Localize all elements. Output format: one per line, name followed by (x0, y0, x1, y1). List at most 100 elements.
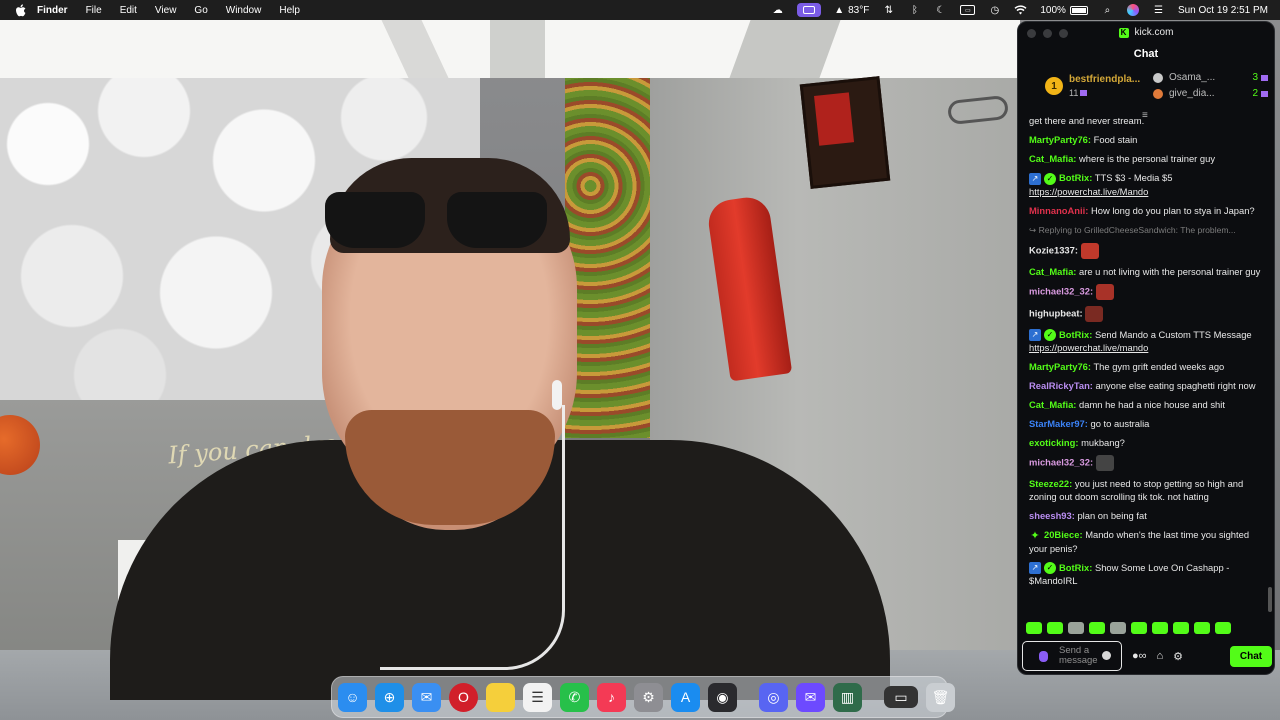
chat-message[interactable]: Cat_Mafia: are u not living with the per… (1029, 265, 1266, 278)
opera-icon[interactable]: O (449, 682, 478, 712)
chat-username[interactable]: highupbeat: (1029, 307, 1083, 318)
proton-mail-icon[interactable]: ✉ (796, 682, 825, 712)
spotlight-search-icon[interactable]: ⌕ (1101, 4, 1114, 16)
chat-message[interactable]: exoticking: mukbang? (1029, 436, 1266, 449)
chat-username[interactable]: BotRix: (1059, 172, 1092, 183)
control-center-icon[interactable]: ☰ (1152, 4, 1165, 16)
window-titlebar[interactable]: K kick.com (1018, 22, 1274, 44)
bluetooth-icon[interactable]: ᛒ (908, 4, 921, 16)
chat-username[interactable]: Kozie1337: (1029, 244, 1078, 255)
app-store-icon[interactable]: A (671, 682, 700, 712)
chat-username[interactable]: sheesh93: (1029, 510, 1075, 521)
menu-help[interactable]: Help (279, 5, 300, 16)
notes-icon[interactable] (486, 682, 515, 712)
emoji-picker-icon[interactable] (1102, 651, 1111, 660)
obs-icon[interactable]: ◉ (708, 682, 737, 712)
reminders-icon[interactable]: ☰ (523, 682, 552, 712)
chat-message[interactable]: MinnanoAnii: How long do you plan to sty… (1029, 204, 1266, 217)
chat-scrollbar[interactable] (1268, 587, 1272, 612)
chat-username[interactable]: MartyParty76: (1029, 134, 1091, 145)
mail-icon[interactable]: ✉ (412, 682, 441, 712)
system-settings-icon[interactable]: ⚙ (634, 682, 663, 712)
chat-message[interactable]: ↗ ✓ BotRix: Send Mando a Custom TTS Messag… (1029, 328, 1266, 355)
menu-window[interactable]: Window (226, 5, 262, 16)
gift-leaderboard[interactable]: 1 bestfriendpla... 11 Osama_... 3 give_d… (1018, 70, 1274, 110)
window-thumbnail-icon[interactable]: ▭ (884, 686, 918, 708)
menu-clock[interactable]: Sun Oct 19 2:51 PM (1178, 5, 1268, 16)
emote-button[interactable] (1215, 622, 1231, 634)
menu-go[interactable]: Go (194, 5, 207, 16)
chat-username[interactable]: michael32_32: (1029, 285, 1093, 296)
chat-username[interactable]: RealRickyTan: (1029, 380, 1093, 391)
chat-message[interactable]: MartyParty76: Food stain (1029, 133, 1266, 146)
emote-button[interactable] (1194, 622, 1210, 634)
chat-username[interactable]: Cat_Mafia: (1029, 266, 1076, 277)
emote-button[interactable] (1110, 622, 1126, 634)
whatsapp-icon[interactable]: ✆ (560, 682, 589, 712)
wifi-icon[interactable] (1014, 4, 1027, 16)
menu-edit[interactable]: Edit (120, 5, 137, 16)
chat-message[interactable]: RealRickyTan: anyone else eating spaghet… (1029, 379, 1266, 392)
chat-message[interactable]: Cat_Mafia: damn he had a nice house and … (1029, 398, 1266, 411)
chat-message-list[interactable]: get there and never stream. MartyParty76:… (1018, 114, 1274, 612)
emote-button[interactable] (1047, 622, 1063, 634)
chat-username[interactable]: BotRix: (1059, 329, 1092, 340)
chat-username[interactable]: MartyParty76: (1029, 361, 1091, 372)
emote-button[interactable] (1131, 622, 1147, 634)
display-icon[interactable]: ▭ (960, 5, 976, 15)
menu-view[interactable]: View (155, 5, 177, 16)
chat-username[interactable]: BotRix: (1059, 562, 1092, 573)
chat-username[interactable]: Steeze22: (1029, 478, 1072, 489)
chat-username[interactable]: michael32_32: (1029, 457, 1093, 468)
chat-message[interactable]: Kozie1337: (1029, 242, 1266, 259)
chat-message[interactable]: get there and never stream. (1029, 114, 1266, 127)
chat-message[interactable]: michael32_32: (1029, 283, 1266, 300)
safari-icon[interactable]: ⊕ (375, 682, 404, 712)
chat-message[interactable]: MartyParty76: The gym grift ended weeks … (1029, 360, 1266, 373)
chat-username[interactable]: StarMaker97: (1029, 418, 1088, 429)
chat-message[interactable]: sheesh93: plan on being fat (1029, 509, 1266, 522)
chat-username[interactable]: 20Biece: (1044, 529, 1083, 540)
battery-status[interactable]: 100% (1040, 5, 1088, 16)
microphone-icon[interactable] (1039, 650, 1048, 662)
kicks-icon[interactable]: ●∞ (1132, 650, 1147, 662)
emote-button[interactable] (1173, 622, 1189, 634)
chat-link[interactable]: https://powerchat.live/Mando (1029, 186, 1148, 197)
chatgpt-atlas-icon[interactable]: ▥ (833, 682, 862, 712)
send-chat-button[interactable]: Chat (1230, 645, 1272, 667)
emote-button[interactable] (1026, 622, 1042, 634)
chat-message[interactable]: ↗ ✓ BotRix: Show Some Love On Cashapp - $M… (1029, 561, 1266, 588)
chat-username[interactable]: Cat_Mafia: (1029, 153, 1076, 164)
menu-app-name[interactable]: Finder (37, 5, 68, 16)
chat-message[interactable]: Steeze22: you just need to stop getting … (1029, 477, 1266, 503)
chat-username[interactable]: MinnanoAnii: (1029, 205, 1088, 216)
discord-icon[interactable]: ◎ (759, 682, 788, 712)
focus-moon-icon[interactable]: ☾ (934, 4, 947, 16)
creative-cloud-icon[interactable]: ☁ (771, 4, 784, 16)
chat-username[interactable]: exoticking: (1029, 437, 1079, 448)
store-icon[interactable]: ⌂ (1157, 650, 1164, 662)
screen-record-icon[interactable] (797, 3, 822, 17)
siri-icon[interactable] (1126, 4, 1139, 16)
apple-icon[interactable] (13, 3, 27, 17)
chat-username[interactable]: Cat_Mafia: (1029, 399, 1076, 410)
chat-message[interactable]: Cat_Mafia: where is the personal trainer… (1029, 152, 1266, 165)
chat-link[interactable]: https://powerchat.live/mando (1029, 342, 1148, 353)
emote-button[interactable] (1068, 622, 1084, 634)
weather-widget[interactable]: ▲ 83°F (834, 5, 869, 16)
network-icon[interactable]: ⇅ (882, 4, 895, 16)
chat-message[interactable]: ↪ Replying to GrilledCheeseSandwich: The… (1029, 223, 1266, 237)
trash-icon[interactable]: 🗑 (926, 682, 955, 712)
chat-message[interactable]: ✦ 20Biece: Mando when's the last time you… (1029, 528, 1266, 555)
chat-message[interactable]: ↗ ✓ BotRix: TTS $3 - Media $5 https://powe… (1029, 171, 1266, 198)
music-icon[interactable]: ♪ (597, 682, 626, 712)
chat-message[interactable]: StarMaker97: go to australia (1029, 417, 1266, 430)
chat-input[interactable]: Send a message (1022, 641, 1122, 671)
chat-message[interactable]: highupbeat: (1029, 305, 1266, 322)
emote-button[interactable] (1152, 622, 1168, 634)
finder-icon[interactable]: ☺ (338, 682, 367, 712)
emote-button[interactable] (1089, 622, 1105, 634)
time-machine-icon[interactable]: ◷ (988, 4, 1001, 16)
settings-gear-icon[interactable]: ⚙ (1173, 650, 1183, 663)
chat-message[interactable]: michael32_32: (1029, 455, 1266, 472)
